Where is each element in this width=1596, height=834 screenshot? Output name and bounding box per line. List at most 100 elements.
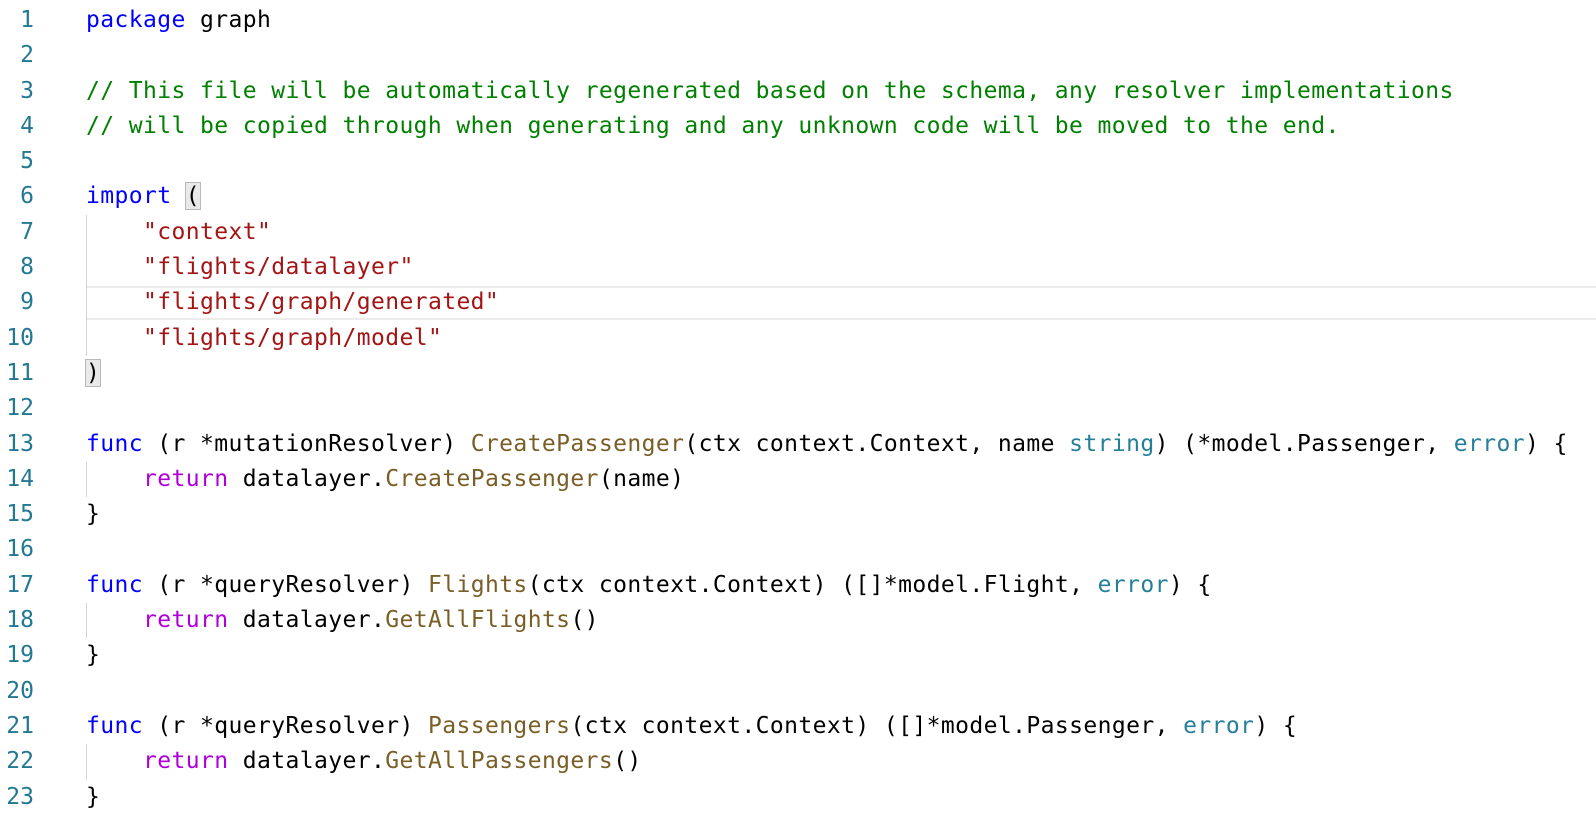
line-number: 3 [20,77,34,104]
line-number: 19 [6,642,34,669]
code-line[interactable]: 22 return datalayer.GetAllPassengers() [0,744,1596,780]
code-line[interactable]: 9 "flights/graph/generated" [0,285,1596,321]
token-control: return [143,607,229,634]
token-function: GetAllFlights [385,607,571,634]
line-number: 22 [6,748,34,775]
code-line[interactable]: 16 [0,532,1596,567]
line-number: 12 [6,395,34,422]
token-function: CreatePassenger [385,465,599,492]
code-text: "flights/datalayer" [86,250,414,285]
line-number: 21 [6,712,34,739]
code-line[interactable]: 5 [0,144,1596,179]
token-keyword: import [86,183,172,210]
code-line[interactable]: 17 func (r *queryResolver) Flights(ctx co… [0,568,1596,603]
token-keyword: func [86,430,143,457]
token-plain: datalayer. [228,607,386,634]
code-line[interactable]: 18 return datalayer.GetAllFlights() [0,603,1596,639]
token-plain: (r *queryResolver) [143,571,428,598]
line-number: 10 [6,324,34,351]
code-line[interactable]: 2 [0,38,1596,73]
code-line[interactable]: 20 [0,674,1596,709]
code-line[interactable]: 15} [0,497,1596,532]
line-number: 11 [6,359,34,386]
token-comment: // This file will be automatically regen… [86,77,1454,104]
line-number: 6 [20,183,34,210]
code-text: func (r *queryResolver) Passengers(ctx c… [86,709,1297,744]
token-plain: ) { [1525,430,1568,457]
token-type: error [1097,571,1169,598]
token-plain: (ctx context.Context) ([]*model.Passenge… [570,712,1184,739]
code-line[interactable]: 8 "flights/datalayer" [0,250,1596,286]
token-string: "flights/graph/model" [143,324,443,351]
token-string: "context" [143,218,272,245]
token-keyword: func [86,712,143,739]
matching-bracket: ) [84,358,102,387]
token-control: return [143,748,229,775]
token-plain: (name) [598,465,685,492]
code-line[interactable]: 1 package graph [0,3,1596,38]
line-number: 13 [6,430,34,457]
code-line[interactable]: 10 "flights/graph/model" [0,320,1596,356]
code-line[interactable]: 13 func (r *mutationResolver) CreatePasse… [0,427,1596,462]
token-function: CreatePassenger [470,430,685,457]
token-string: "flights/datalayer" [143,254,414,281]
token-function: Flights [427,571,528,598]
code-line[interactable]: 7 "context" [0,214,1596,251]
code-line[interactable]: 19} [0,638,1596,673]
code-text: "flights/graph/generated" [86,285,499,320]
token-type: error [1453,430,1526,457]
code-text: package graph [86,3,271,38]
token-plain: ) { [1254,712,1298,739]
code-line[interactable]: 11) [0,356,1596,391]
token-plain: () [570,607,599,634]
code-text: import ( [86,179,202,214]
line-number: 23 [6,783,34,810]
line-number: 9 [20,289,34,316]
token-plain: () [613,748,642,775]
code-line[interactable]: 4 // will be copied through when generati… [0,109,1596,144]
token-type: error [1183,712,1255,739]
token-plain: ) (*model.Passenger, [1154,430,1454,457]
token-plain: (ctx context.Context, name [684,430,1070,457]
code-line[interactable]: 21 func (r *queryResolver) Passengers(ctx… [0,709,1596,744]
code-text: } [86,638,100,673]
code-text: "flights/graph/model" [86,321,442,356]
token-plain: ) { [1168,571,1212,598]
code-text: return datalayer.GetAllPassengers() [86,744,642,779]
code-text: func (r *mutationResolver) CreatePasseng… [86,427,1568,462]
code-text: // This file will be automatically regen… [86,74,1454,109]
line-number: 1 [20,7,34,33]
code-text: } [86,497,100,532]
token-string: "flights/graph/generated" [143,289,500,316]
line-number: 17 [6,571,34,598]
code-editor[interactable]: 1 package graph 2 3// This file will be aut… [0,3,1596,815]
code-line[interactable]: 12 [0,391,1596,426]
token-keyword: func [86,571,143,598]
code-text: "context" [86,215,271,250]
code-text: // will be copied through when generatin… [86,109,1340,144]
code-line[interactable]: 23} [0,780,1596,815]
token-plain: } [86,783,101,810]
line-number: 4 [20,112,34,139]
line-number: 2 [20,42,34,69]
token-plain: (ctx context.Context) ([]*model.Flight, [527,571,1098,598]
line-number: 8 [20,254,34,281]
matching-bracket: ( [184,182,202,211]
code-line[interactable]: 14 return datalayer.CreatePassenger(name… [0,461,1596,498]
code-text: } [86,780,100,815]
line-number: 15 [6,501,34,528]
token-type: string [1069,430,1155,457]
line-number: 14 [6,465,34,492]
token-plain: datalayer. [228,465,386,492]
token-function: GetAllPassengers [385,748,614,775]
line-number: 20 [6,677,34,704]
token-plain: } [86,501,101,528]
token-plain: graph [185,7,272,33]
line-number: 16 [6,536,34,563]
token-plain: (r *queryResolver) [143,712,428,739]
code-line[interactable]: 3 // This file will be automatically rege… [0,74,1596,109]
code-line[interactable]: 6 import ( [0,179,1596,214]
code-text: return datalayer.GetAllFlights() [86,603,599,638]
line-number: 5 [20,148,34,175]
